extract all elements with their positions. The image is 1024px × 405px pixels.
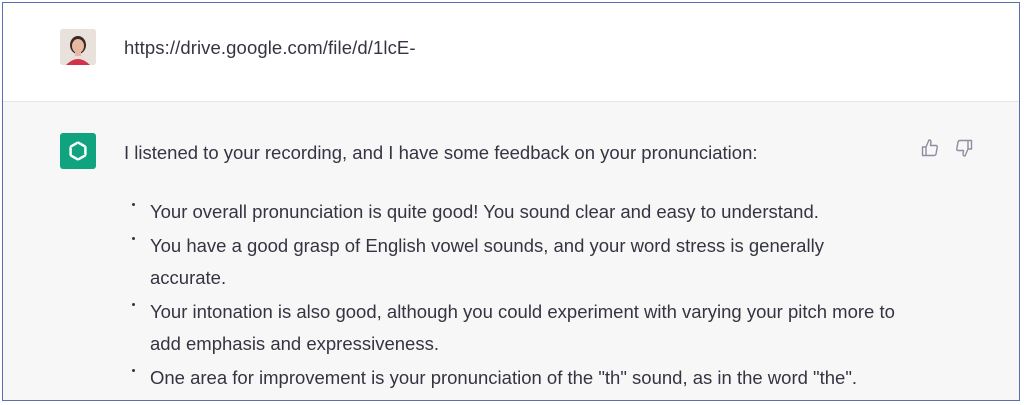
list-item: You have a good grasp of English vowel s…: [124, 230, 904, 294]
user-avatar: [60, 29, 96, 65]
assistant-avatar: [60, 133, 96, 169]
list-item: Your overall pronunciation is quite good…: [124, 196, 904, 228]
list-item: Your intonation is also good, although y…: [124, 296, 904, 360]
feedback-list: Your overall pronunciation is quite good…: [124, 196, 904, 396]
feedback-buttons: [920, 138, 974, 158]
user-message-row: https://drive.google.com/file/d/1lcE-: [3, 3, 1019, 102]
user-message-text: https://drive.google.com/file/d/1lcE-: [124, 37, 416, 58]
chat-window: https://drive.google.com/file/d/1lcE- I …: [2, 2, 1020, 401]
list-item: One area for improvement is your pronunc…: [124, 362, 904, 394]
thumbs-up-icon[interactable]: [920, 138, 940, 158]
assistant-intro-text: I listened to your recording, and I have…: [124, 142, 758, 163]
user-avatar-photo: [60, 29, 96, 65]
assistant-message-row: I listened to your recording, and I have…: [3, 102, 1019, 400]
openai-logo-icon: [69, 141, 87, 161]
thumbs-down-icon[interactable]: [954, 138, 974, 158]
